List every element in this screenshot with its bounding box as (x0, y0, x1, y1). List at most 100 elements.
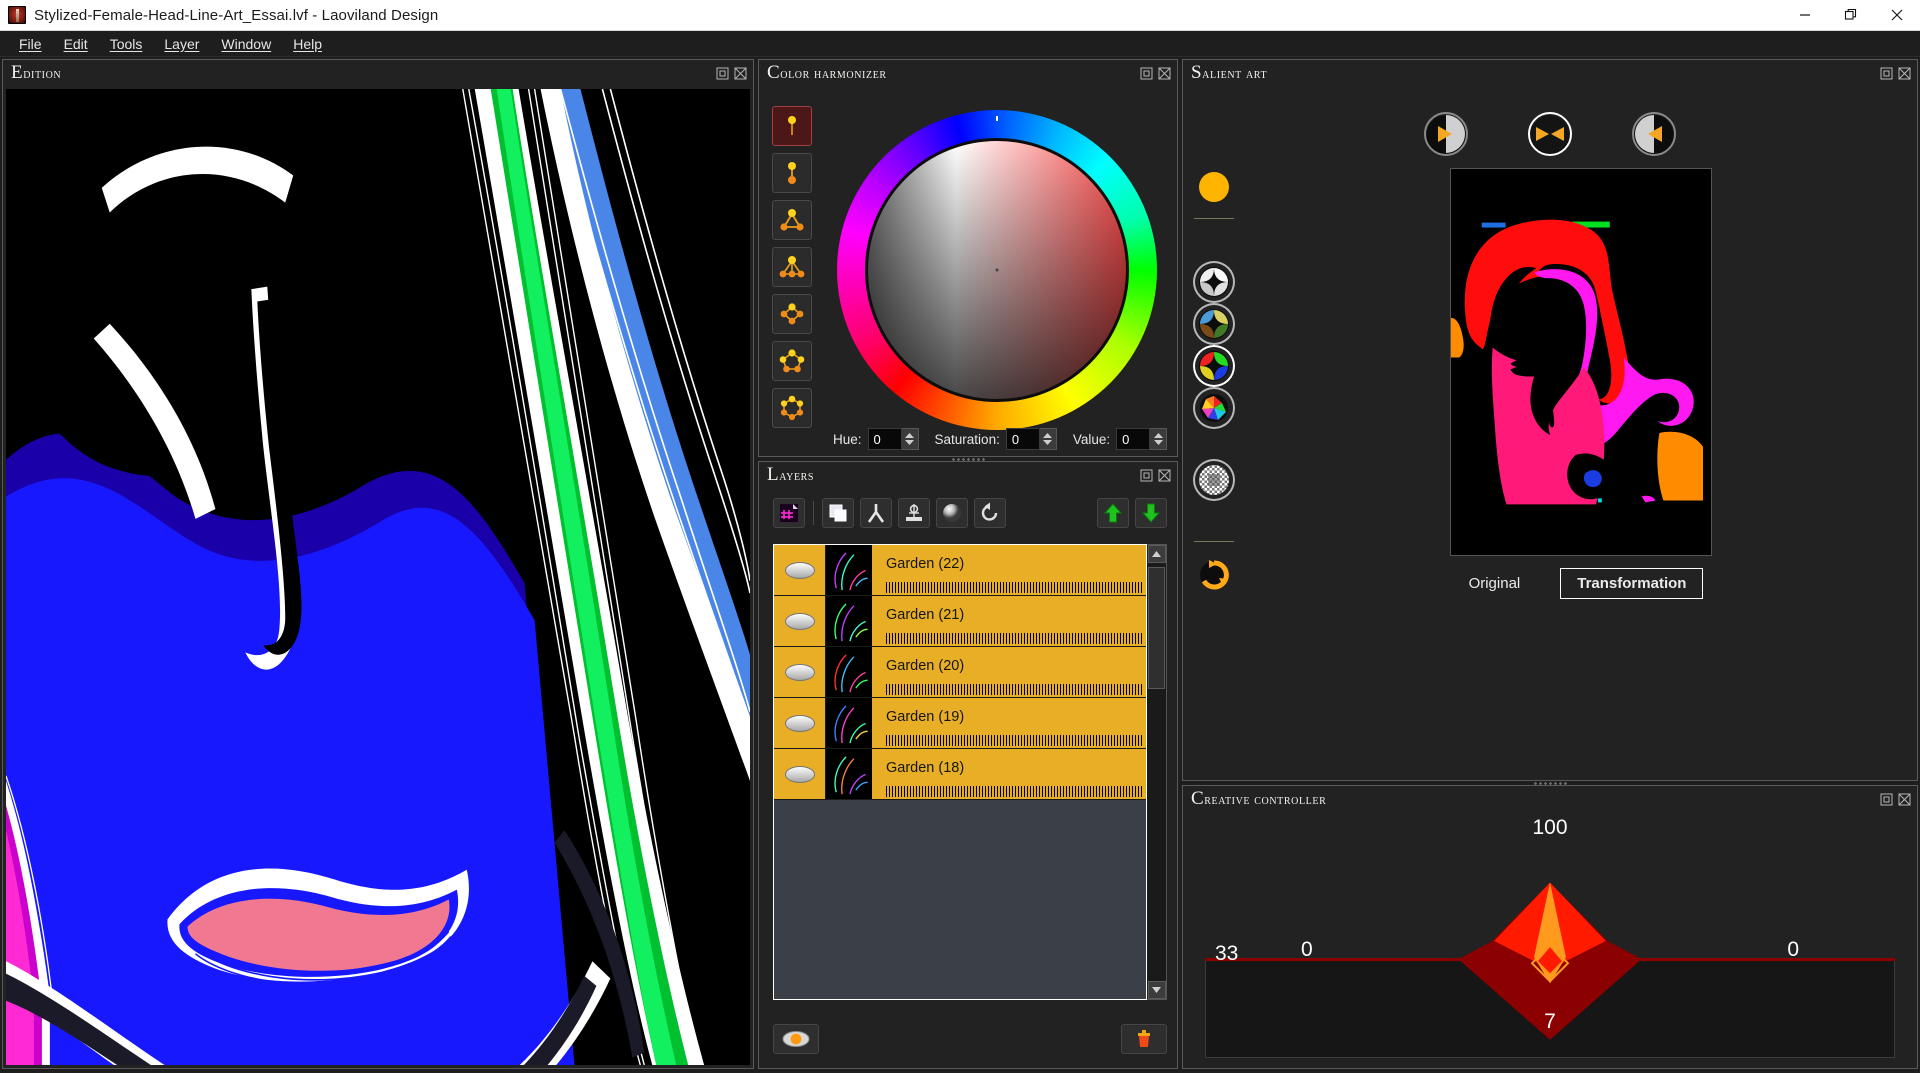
layer-opacity-slider[interactable] (886, 582, 1144, 593)
layer-list[interactable]: Garden (22) Garden (21) Garden (20) Gard… (773, 544, 1147, 1000)
float-panel-icon[interactable] (1140, 67, 1153, 80)
saturation-control: Saturation: (927, 428, 1065, 450)
opacity-icon[interactable] (936, 498, 968, 528)
layer-list-scrollbar[interactable] (1147, 544, 1167, 1000)
tab-transformation[interactable]: Transformation (1560, 568, 1704, 599)
harmony-mode-split-complementary[interactable] (772, 247, 812, 287)
table-row[interactable]: Garden (22) (774, 545, 1146, 596)
layer-content[interactable]: Garden (19) (872, 698, 1146, 748)
harmony-mode-hexad[interactable] (772, 388, 812, 428)
salient-preview-image[interactable] (1450, 168, 1712, 556)
float-panel-icon[interactable] (716, 67, 729, 80)
creative-header: Creative controller (1183, 786, 1917, 812)
creative-panel-grip[interactable] (1533, 781, 1567, 786)
rainbow-palette-icon[interactable] (1195, 389, 1233, 427)
new-layer-icon[interactable] (773, 498, 805, 528)
visibility-indicator (784, 765, 815, 783)
scrollbar-track[interactable] (1147, 563, 1166, 981)
layers-title: Layers (767, 464, 815, 485)
layer-visibility-toggle[interactable] (774, 647, 826, 697)
reset-icon[interactable] (974, 498, 1006, 528)
harmony-mode-pentad[interactable] (772, 341, 812, 381)
layer-content[interactable]: Garden (22) (872, 545, 1146, 595)
minimize-button[interactable] (1782, 0, 1828, 31)
layer-opacity-slider[interactable] (886, 735, 1144, 746)
transition-right-button[interactable] (1632, 112, 1676, 156)
layers-panel-grip[interactable] (951, 457, 985, 462)
window-title: Stylized-Female-Head-Line-Art_Essai.lvf … (34, 6, 439, 24)
harmony-mode-tetrad[interactable] (772, 294, 812, 334)
saturation-input[interactable] (1005, 428, 1040, 450)
refresh-palette-icon[interactable] (1195, 556, 1233, 594)
delete-layer-icon[interactable] (1121, 1024, 1167, 1054)
anchor-layer-icon[interactable] (898, 498, 930, 528)
muted-palette-icon[interactable] (1195, 305, 1233, 343)
layer-visibility-toggle[interactable] (774, 749, 826, 799)
solid-color-icon[interactable] (1195, 168, 1233, 206)
maximize-restore-button[interactable] (1828, 0, 1874, 31)
layer-content[interactable]: Garden (20) (872, 647, 1146, 697)
layer-visibility-toggle[interactable] (774, 698, 826, 748)
layer-opacity-slider[interactable] (886, 684, 1144, 695)
move-layer-up-icon[interactable] (1097, 498, 1129, 528)
float-panel-icon[interactable] (1140, 469, 1153, 482)
menu-tools[interactable]: Tools (99, 33, 154, 55)
menu-layer[interactable]: Layer (153, 33, 210, 55)
close-panel-icon[interactable] (1898, 67, 1911, 80)
harmony-mode-mono[interactable] (772, 106, 812, 146)
color-wheel[interactable] (837, 110, 1157, 430)
table-row[interactable]: Garden (18) (774, 749, 1146, 800)
float-panel-icon[interactable] (1880, 793, 1893, 806)
scroll-down-button[interactable] (1147, 981, 1166, 999)
tab-original[interactable]: Original (1459, 569, 1531, 598)
harmony-mode-complementary[interactable] (772, 153, 812, 193)
layer-opacity-slider[interactable] (886, 786, 1144, 797)
move-layer-down-icon[interactable] (1135, 498, 1167, 528)
layer-visibility-toggle[interactable] (774, 596, 826, 646)
value-spinner[interactable] (1116, 428, 1168, 450)
menu-help-label: Help (293, 35, 322, 52)
scroll-up-button[interactable] (1147, 545, 1166, 563)
close-panel-icon[interactable] (1158, 67, 1171, 80)
duplicate-layer-icon[interactable] (822, 498, 854, 528)
table-row[interactable]: Garden (20) (774, 647, 1146, 698)
salient-preview-column: Original Transformation (1245, 168, 1917, 599)
edition-canvas[interactable] (6, 89, 750, 1065)
menu-edit[interactable]: Edit (53, 33, 99, 55)
saturation-value-disc[interactable] (865, 138, 1129, 402)
edition-header-tools (716, 67, 747, 80)
value-spin-buttons[interactable] (1150, 428, 1168, 450)
close-button[interactable] (1874, 0, 1920, 31)
hue-spin-buttons[interactable] (901, 428, 919, 450)
layer-content[interactable]: Garden (21) (872, 596, 1146, 646)
hue-input[interactable] (867, 428, 902, 450)
transition-both-button[interactable] (1528, 112, 1572, 156)
list-item: Garden (21) (886, 607, 965, 623)
float-panel-icon[interactable] (1880, 67, 1893, 80)
creative-radar-plot[interactable]: 100 0 0 7 33 (1205, 816, 1895, 1058)
hue-spinner[interactable] (867, 428, 919, 450)
close-panel-icon[interactable] (734, 67, 747, 80)
menu-help[interactable]: Help (282, 33, 333, 55)
close-panel-icon[interactable] (1158, 469, 1171, 482)
layer-visibility-toggle[interactable] (774, 545, 826, 595)
artwork-canvas (6, 89, 750, 1065)
vivid-palette-icon[interactable] (1195, 347, 1233, 385)
layer-opacity-slider[interactable] (886, 633, 1144, 644)
saturation-spin-buttons[interactable] (1039, 428, 1057, 450)
layer-visibility-icon[interactable] (773, 1024, 819, 1054)
menu-file[interactable]: File (8, 33, 53, 55)
table-row[interactable]: Garden (21) (774, 596, 1146, 647)
value-input[interactable] (1116, 428, 1151, 450)
transparency-icon[interactable] (1195, 461, 1233, 499)
merge-layers-icon[interactable] (860, 498, 892, 528)
grayscale-palette-icon[interactable] (1195, 263, 1233, 301)
table-row[interactable]: Garden (19) (774, 698, 1146, 749)
close-panel-icon[interactable] (1898, 793, 1911, 806)
harmony-mode-triad[interactable] (772, 200, 812, 240)
saturation-spinner[interactable] (1005, 428, 1057, 450)
scrollbar-thumb[interactable] (1148, 567, 1165, 689)
transition-left-button[interactable] (1424, 112, 1468, 156)
layer-content[interactable]: Garden (18) (872, 749, 1146, 799)
menu-window[interactable]: Window (210, 33, 282, 55)
